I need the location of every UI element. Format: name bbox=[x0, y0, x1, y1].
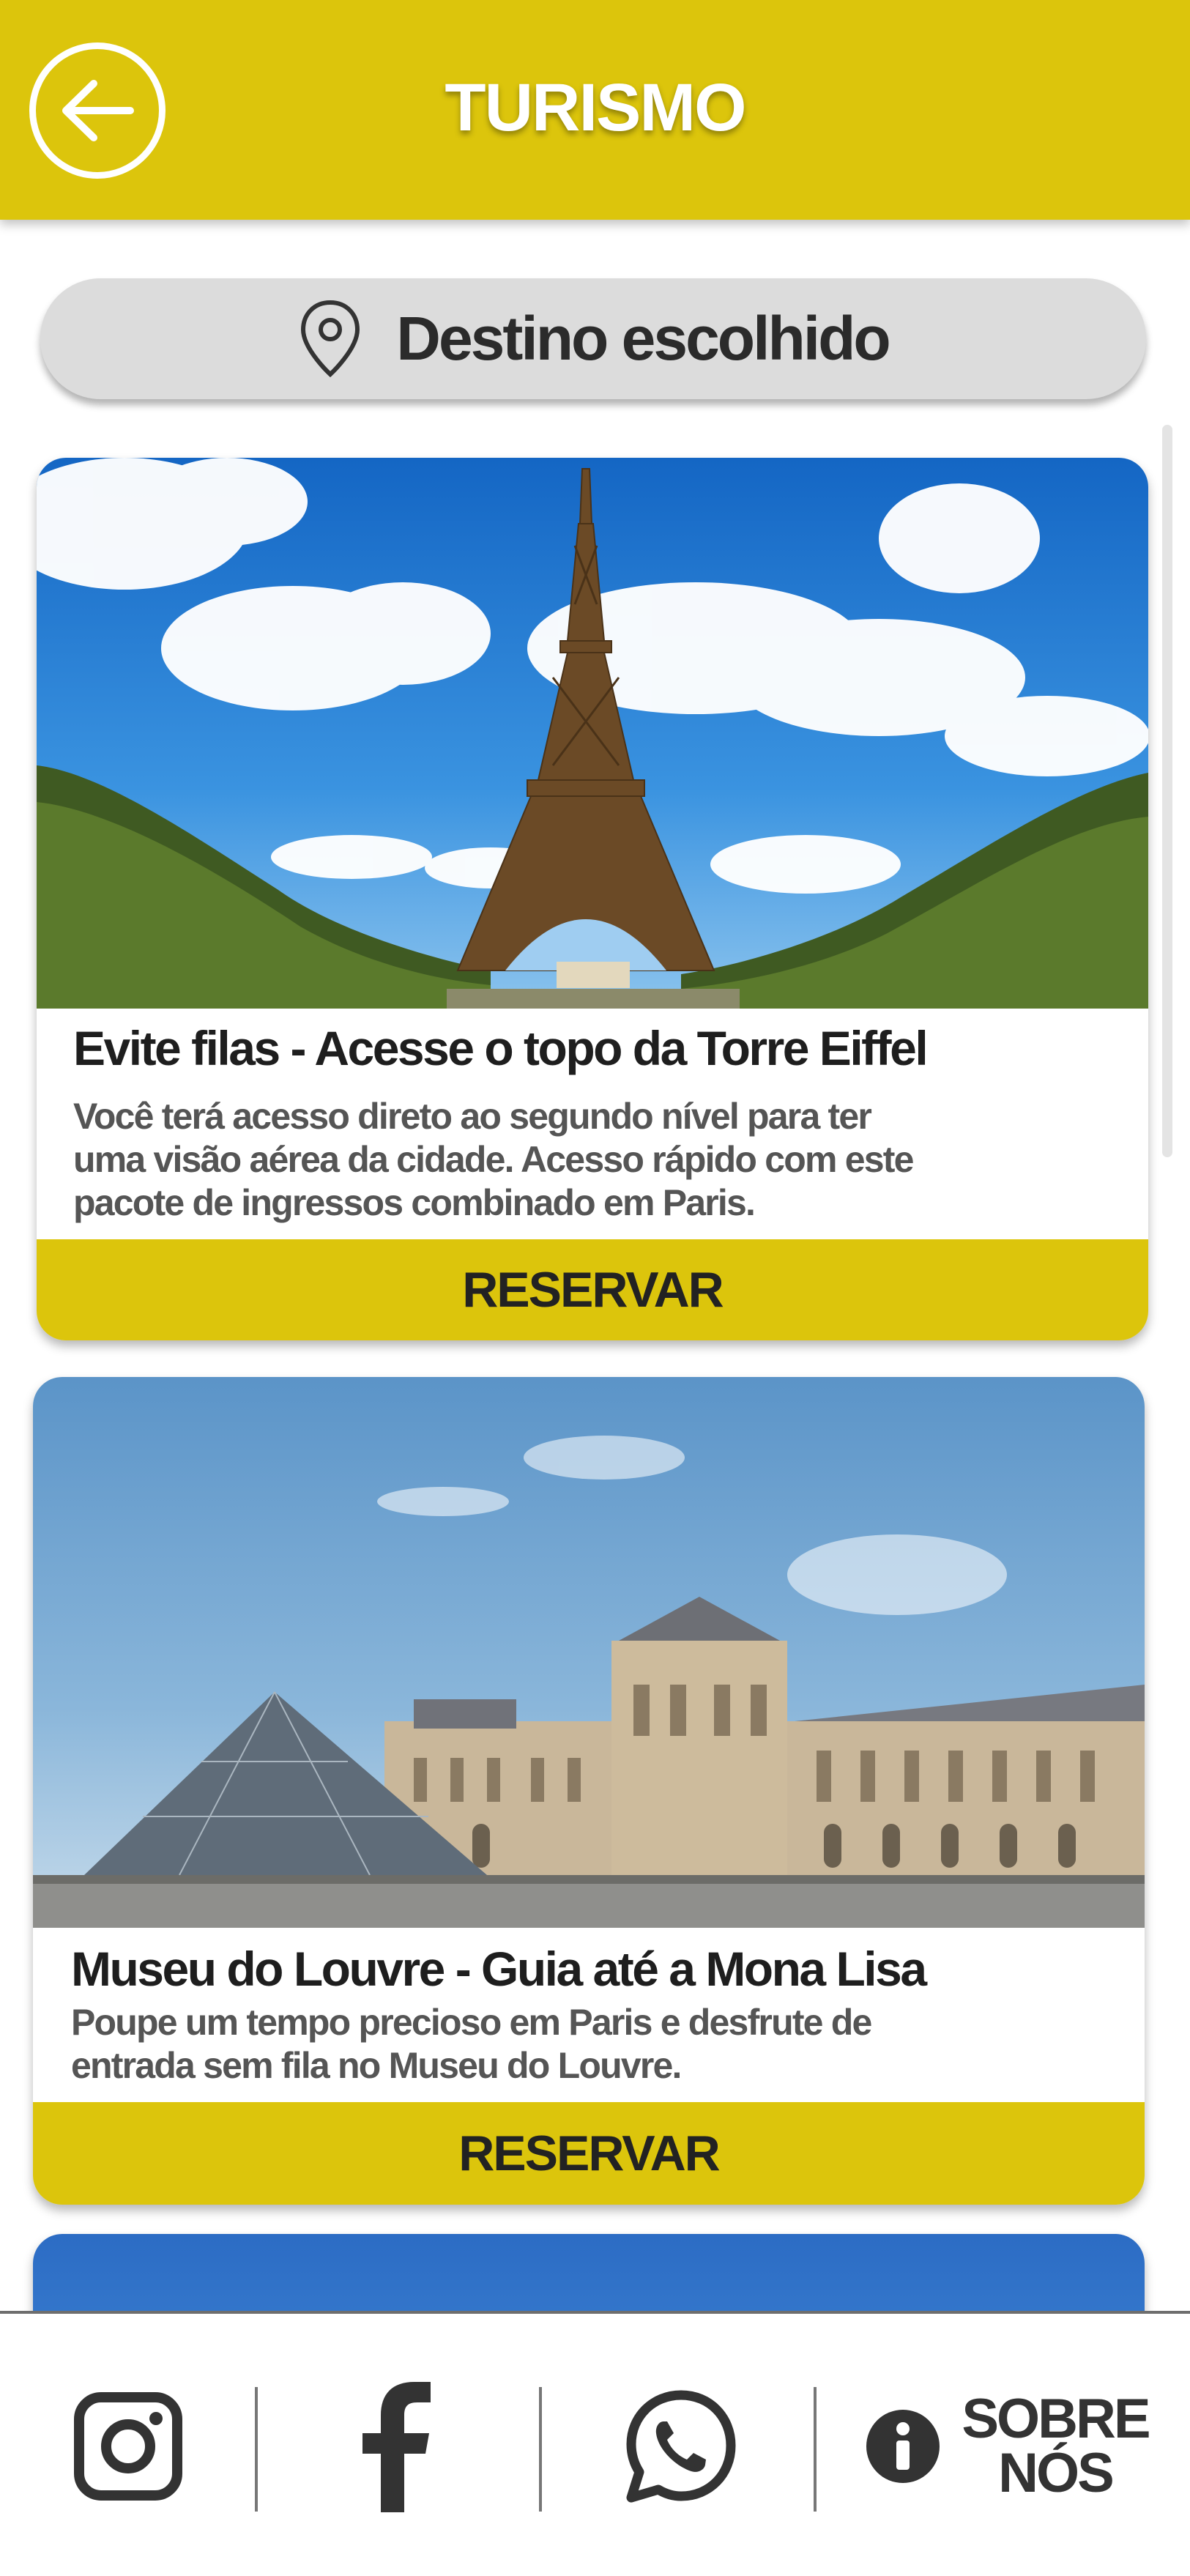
louvre-museum-image bbox=[33, 1377, 1145, 1928]
tour-list[interactable]: Evite filas - Acesse o topo da Torre Eif… bbox=[0, 439, 1190, 2311]
tour-description: Poupe um tempo precioso em Paris e desfr… bbox=[71, 2002, 872, 2086]
about-us-label: SOBRE NÓS bbox=[962, 2388, 1150, 2504]
destination-selector[interactable]: Destino escolhido bbox=[40, 278, 1146, 399]
tour-image bbox=[33, 2234, 1145, 2311]
nav-divider bbox=[255, 2387, 258, 2512]
instagram-link[interactable] bbox=[44, 2314, 212, 2576]
whatsapp-icon bbox=[626, 2390, 736, 2503]
info-icon bbox=[866, 2410, 940, 2483]
bottom-navigation: SOBRE NÓS bbox=[0, 2311, 1190, 2576]
page-title: TURISMO bbox=[445, 70, 746, 145]
tour-card-next bbox=[33, 2234, 1145, 2311]
reserve-button[interactable]: RESERVAR bbox=[37, 1239, 1148, 1340]
reserve-button[interactable]: RESERVAR bbox=[33, 2102, 1145, 2205]
tour-title: Evite filas - Acesse o topo da Torre Eif… bbox=[73, 1021, 929, 1075]
tour-card-louvre: Museu do Louvre - Guia até a Mona Lisa P… bbox=[33, 1377, 1145, 2205]
nav-divider bbox=[814, 2387, 817, 2512]
location-pin-icon bbox=[301, 300, 360, 377]
destination-label: Destino escolhido bbox=[396, 304, 890, 373]
instagram-icon bbox=[74, 2392, 182, 2501]
tour-description: Você terá acesso direto ao segundo nível… bbox=[73, 1096, 914, 1223]
facebook-link[interactable] bbox=[308, 2314, 483, 2576]
tour-card-eiffel: Evite filas - Acesse o topo da Torre Eif… bbox=[37, 458, 1148, 1340]
about-us-link[interactable]: SOBRE NÓS bbox=[835, 2314, 1179, 2576]
app-header: TURISMO bbox=[0, 0, 1190, 220]
facebook-icon bbox=[362, 2382, 431, 2512]
tour-title: Museu do Louvre - Guia até a Mona Lisa bbox=[71, 1942, 927, 1996]
eiffel-tower-image bbox=[37, 458, 1148, 1009]
nav-divider bbox=[539, 2387, 542, 2512]
whatsapp-link[interactable] bbox=[593, 2314, 769, 2576]
